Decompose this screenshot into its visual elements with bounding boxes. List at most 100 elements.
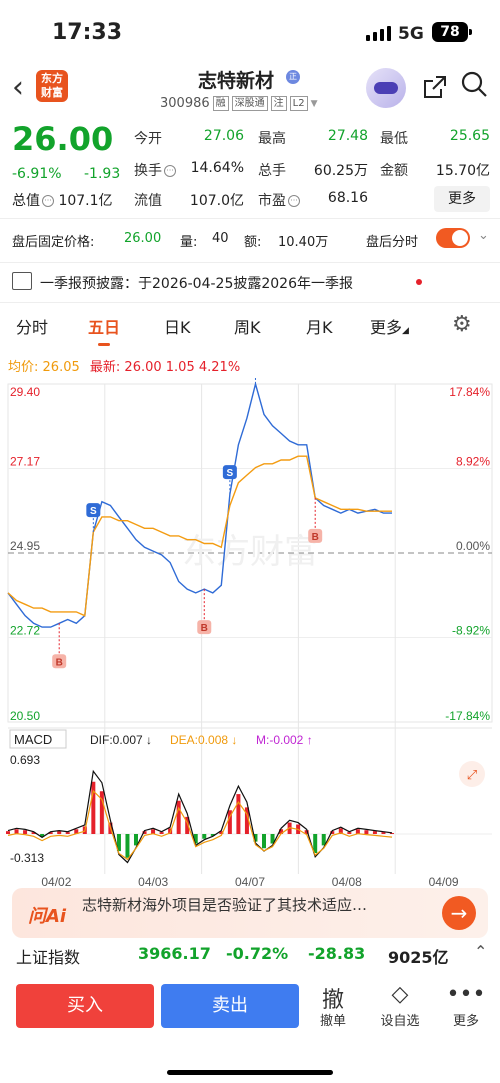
info-icon[interactable]: ··· xyxy=(42,195,54,207)
diamond-icon: ◇ xyxy=(391,982,409,1007)
after-hours-toggle[interactable] xyxy=(436,228,470,248)
y-tick-left: 27.17 xyxy=(10,455,40,469)
macd-bar xyxy=(159,832,164,834)
search-icon[interactable] xyxy=(460,70,488,105)
value-pe: 68.16 xyxy=(327,190,368,206)
share-icon[interactable] xyxy=(422,74,448,106)
status-bar: 17:33 5G 78 xyxy=(0,0,500,62)
stock-code: 300986 xyxy=(160,96,210,111)
index-percent: -0.72% xyxy=(226,944,289,963)
label-turnover: 换手 ··· xyxy=(134,160,176,180)
tab-more[interactable]: 更多◢ xyxy=(370,314,409,338)
y-tick-right: 17.84% xyxy=(449,385,490,399)
tab-five-day[interactable]: 五日 xyxy=(88,314,120,346)
stock-name: 志特新材 xyxy=(198,70,275,92)
macd-bar xyxy=(23,830,28,834)
trade-marker-label: S xyxy=(90,506,97,517)
y-tick-right: 0.00% xyxy=(456,539,490,553)
assistant-avatar-icon[interactable] xyxy=(366,68,406,108)
arrow-right-icon[interactable]: → xyxy=(442,896,476,930)
change-amount: -1.93 xyxy=(84,166,121,182)
ai-question-banner[interactable]: 问Ai 志特新材海外项目是否验证了其技术适应… → xyxy=(12,888,488,938)
tag-margin: 融 xyxy=(212,96,229,111)
current-price: 26.00 xyxy=(12,120,114,158)
tab-intraday[interactable]: 分时 xyxy=(16,314,48,338)
market-cap: 总值 ··· 107.1亿 xyxy=(12,193,113,209)
signal-icon xyxy=(366,26,391,41)
value-volume: 60.25万 xyxy=(313,163,368,179)
tab-weekly-k[interactable]: 周K xyxy=(234,314,261,338)
label-volume: 总手 xyxy=(258,163,286,179)
settings-gear-icon[interactable]: ⚙ xyxy=(452,312,472,337)
macd-bar xyxy=(364,830,369,834)
label-pe: 市盈 ··· xyxy=(258,190,300,210)
info-icon[interactable]: ··· xyxy=(164,165,176,177)
stock-header: ‹ 东方财富 志特新材 正 300986 融 深股通 注 L2 ▼ xyxy=(0,62,500,118)
chevron-up-icon[interactable]: ⌃ xyxy=(474,942,487,961)
cancel-order-button[interactable]: 撤撤单 xyxy=(308,982,358,1029)
value-turnover: 14.64% xyxy=(190,160,244,176)
macd-bar xyxy=(313,834,318,853)
trade-marker-label: S xyxy=(227,468,234,479)
macd-dif: DIF:0.007 ↓ xyxy=(90,733,152,747)
notice-bar[interactable]: 一季报预披露：于2026-04-25披露2026年一季报 xyxy=(0,268,500,298)
ai-label: 问Ai xyxy=(28,906,67,927)
y-tick-right: -8.92% xyxy=(452,624,490,638)
latest-percent: 4.21% xyxy=(198,360,241,375)
dropdown-icon[interactable]: ▼ xyxy=(311,99,318,109)
value-open: 27.06 xyxy=(203,128,244,144)
sell-button[interactable]: 卖出 xyxy=(161,984,299,1028)
macd-bar xyxy=(65,832,70,834)
macd-bar xyxy=(91,781,96,834)
home-indicator xyxy=(167,1070,333,1075)
macd-title: MACD xyxy=(14,732,52,747)
macd-bar xyxy=(372,831,377,834)
back-icon[interactable]: ‹ xyxy=(12,70,24,105)
label-high: 最高 xyxy=(258,131,286,147)
after-hours-volume: 40 xyxy=(212,231,229,246)
macd-bar xyxy=(202,834,207,839)
network-label: 5G xyxy=(398,24,424,44)
tag-registered: 注 xyxy=(270,96,287,111)
trade-marker-label: B xyxy=(201,623,208,634)
unread-dot-icon xyxy=(416,279,422,285)
expand-icon-glyph: ⤢ xyxy=(467,768,477,783)
value-low: 25.65 xyxy=(449,128,490,144)
index-ticker[interactable]: 上证指数 3966.17 -0.72% -28.83 9025亿 ⌃ xyxy=(0,940,500,974)
index-change: -28.83 xyxy=(308,944,366,963)
tag-level2: L2 xyxy=(289,96,308,111)
after-hours-amount: 10.40万 xyxy=(278,235,329,250)
macd-bar xyxy=(125,834,130,858)
five-day-chart[interactable]: 29.40 17.84% 27.17 8.92% 24.95 0.00% 22.72 -8.9… xyxy=(0,355,500,889)
chevron-down-icon[interactable]: ⌄ xyxy=(478,228,489,243)
after-hours-bar: 盘后固定价格: 26.00 量: 40 额: 10.40万 盘后分时 ⌄ xyxy=(12,228,489,250)
tab-monthly-k[interactable]: 月K xyxy=(306,314,333,338)
more-tools-button[interactable]: ••• 更多 xyxy=(441,982,491,1029)
x-tick: 04/03 xyxy=(138,875,168,888)
price-line xyxy=(7,381,392,628)
latest-change: 1.05 xyxy=(165,360,195,375)
y-tick-left: 22.72 xyxy=(10,624,40,638)
macd-bar xyxy=(236,794,241,834)
quote-panel: 26.00 -6.91% -1.93 总值 ··· 107.1亿 今开 27.06… xyxy=(0,118,500,218)
x-tick: 04/09 xyxy=(429,875,459,888)
change-percent: -6.91% xyxy=(12,166,62,182)
clock: 17:33 xyxy=(52,20,123,45)
period-tabs: 分时 五日 日K 周K 月K 更多◢ ⚙ xyxy=(0,310,500,346)
after-hours-price: 26.00 xyxy=(124,231,162,246)
add-watchlist-button[interactable]: ◇ 设自选 xyxy=(375,982,425,1029)
cancel-icon: 撤 xyxy=(321,988,344,1013)
more-dots-icon: ••• xyxy=(446,982,486,1007)
info-icon[interactable]: ··· xyxy=(288,195,300,207)
buy-button[interactable]: 买入 xyxy=(16,984,154,1028)
x-tick: 04/02 xyxy=(41,875,71,888)
badge-icon: 正 xyxy=(286,70,300,84)
label-open: 今开 xyxy=(134,131,162,147)
tab-daily-k[interactable]: 日K xyxy=(164,314,191,338)
y-tick-left: 20.50 xyxy=(10,709,40,723)
macd-bar xyxy=(347,832,352,834)
tag-connect: 深股通 xyxy=(231,96,268,111)
more-button[interactable]: 更多 xyxy=(434,186,490,212)
trade-marker-label: B xyxy=(312,532,319,543)
y-tick-left: 24.95 xyxy=(10,539,40,553)
